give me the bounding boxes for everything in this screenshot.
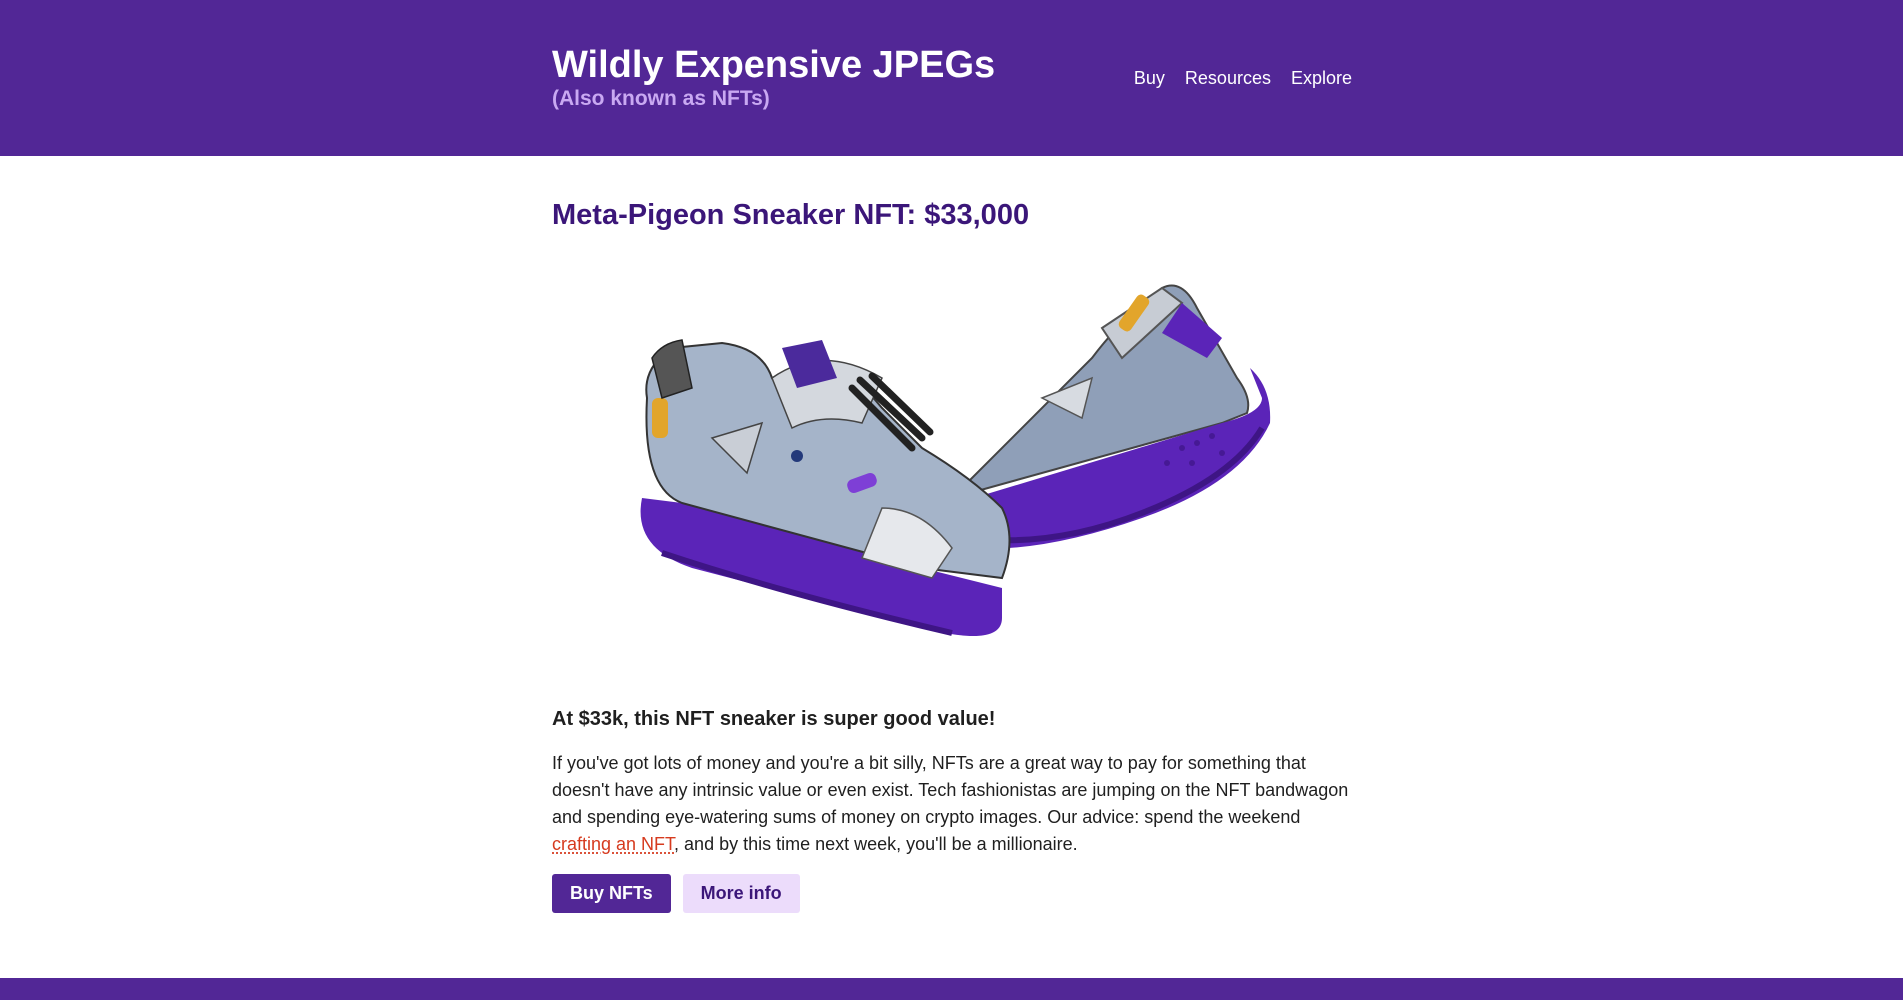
product-description: If you've got lots of money and you're a… — [552, 750, 1352, 858]
description-text-end: , and by this time next week, you'll be … — [674, 834, 1078, 854]
sneaker-image — [640, 284, 1271, 636]
product-tagline: At $33k, this NFT sneaker is super good … — [552, 708, 996, 730]
site-footer — [0, 978, 1903, 1000]
sneaker-front — [640, 339, 1011, 636]
main-nav: Buy Resources Explore — [1134, 66, 1352, 90]
buy-nfts-button[interactable]: Buy NFTs — [552, 874, 671, 913]
site-title: Wildly Expensive JPEGs — [552, 44, 996, 86]
more-info-button[interactable]: More info — [682, 874, 800, 913]
description-text-start: If you've got lots of money and you're a… — [552, 753, 1349, 827]
site-header: Wildly Expensive JPEGs (Also known as NF… — [0, 0, 1903, 156]
action-buttons: Buy NFTs More info — [552, 874, 800, 913]
nav-link-explore[interactable]: Explore — [1291, 66, 1352, 90]
site-subtitle: (Also known as NFTs) — [552, 87, 770, 110]
crafting-nft-link[interactable]: crafting an NFT — [552, 834, 674, 854]
nav-link-resources[interactable]: Resources — [1185, 66, 1271, 90]
product-title: Meta-Pigeon Sneaker NFT: $33,000 — [552, 199, 1030, 231]
nav-link-buy[interactable]: Buy — [1134, 66, 1165, 90]
header-content: Wildly Expensive JPEGs (Also known as NF… — [552, 42, 1352, 122]
